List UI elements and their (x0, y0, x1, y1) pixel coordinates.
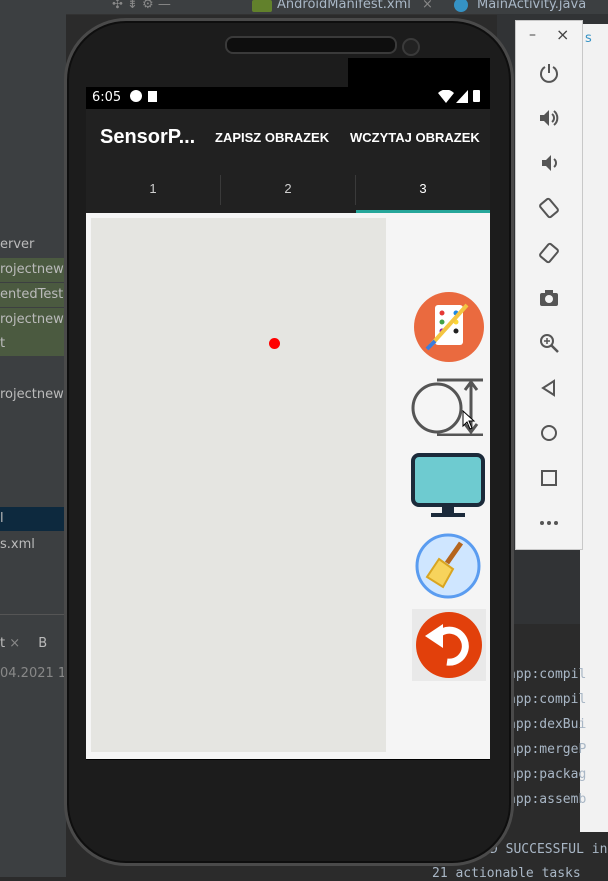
minimize-button[interactable]: – (529, 27, 536, 43)
project-tree: erver rojectnew entedTest rojectnew t ro… (0, 14, 66, 877)
status-bar: 6:05 (86, 87, 490, 109)
palette-icon[interactable] (413, 291, 485, 363)
device-screen: 6:05 SensorP... ZAPISZ OBRAZEK WCZYTAJ O… (86, 87, 490, 760)
build-date: 04.2021 19 (0, 666, 66, 681)
navigation-bar (86, 759, 490, 760)
tab-bar: 1 2 3 (86, 165, 490, 213)
tree-item[interactable]: t (0, 332, 66, 356)
drawing-canvas[interactable] (91, 218, 386, 752)
tree-item[interactable]: l (0, 507, 66, 531)
tree-item[interactable]: s.xml (0, 533, 66, 557)
console-line: app:dexBui (508, 717, 587, 732)
mouse-cursor-icon (462, 410, 476, 430)
console-line: app:compil (508, 667, 587, 682)
emulator-toolbar: – × (515, 20, 583, 550)
overview-icon[interactable] (516, 455, 582, 500)
rotate-left-icon[interactable] (516, 185, 582, 230)
rotate-right-icon[interactable] (516, 230, 582, 275)
bottom-tab-label: t (0, 636, 6, 651)
tree-item[interactable]: erver (0, 233, 66, 257)
home-icon[interactable] (516, 410, 582, 455)
tab-1[interactable]: 1 (86, 165, 220, 213)
battery-icon (473, 90, 480, 102)
camera-icon[interactable] (516, 275, 582, 320)
power-icon[interactable] (516, 50, 582, 95)
java-class-icon (454, 0, 468, 12)
app-title: SensorP... (100, 126, 196, 148)
tab-2[interactable]: 2 (221, 165, 355, 213)
monitor-icon[interactable] (411, 453, 485, 519)
divider (0, 614, 66, 615)
speaker-grille (225, 36, 397, 54)
back-icon[interactable] (516, 365, 582, 410)
close-icon[interactable]: × (9, 636, 20, 651)
manifest-file-icon (252, 0, 272, 12)
close-button[interactable]: × (556, 25, 569, 44)
front-camera (402, 38, 420, 56)
tab-android-manifest[interactable]: AndroidManifest.xml (277, 0, 411, 15)
sd-card-icon (148, 91, 157, 102)
signal-icon (456, 90, 468, 103)
screen-notch-area (348, 58, 490, 87)
side-window (580, 24, 608, 832)
volume-up-icon[interactable] (516, 95, 582, 140)
content-area (86, 213, 490, 759)
close-icon[interactable]: × (422, 0, 433, 15)
sensor-dot (269, 338, 280, 349)
wifi-icon (438, 90, 454, 103)
zoom-icon[interactable] (516, 320, 582, 365)
status-time: 6:05 (92, 90, 122, 105)
console-line: app:compil (508, 692, 587, 707)
console-line: app:assemb (508, 792, 587, 807)
tree-item[interactable]: rojectnew (0, 383, 66, 407)
save-image-button[interactable]: ZAPISZ OBRAZEK (215, 130, 329, 145)
ide-tab-bar: ✣ ⇟ ⚙ — AndroidManifest.xml × MainActivi… (0, 0, 608, 15)
more-icon[interactable] (516, 500, 582, 545)
bottom-tab-label: B (38, 636, 48, 651)
console-line: 21 actionable tasks (432, 866, 581, 881)
tree-item[interactable]: rojectnew (0, 258, 66, 282)
data-saver-icon (130, 90, 142, 102)
console-line: D SUCCESSFUL in (490, 842, 608, 857)
broom-icon[interactable] (413, 533, 483, 599)
toolbar-icons: ✣ ⇟ ⚙ — (112, 0, 171, 12)
console-line: app:mergeP (508, 742, 587, 757)
volume-down-icon[interactable] (516, 140, 582, 185)
tree-item[interactable]: entedTest (0, 283, 66, 307)
undo-icon[interactable] (413, 610, 485, 680)
app-bar: SensorP... ZAPISZ OBRAZEK WCZYTAJ OBRAZE… (86, 109, 490, 165)
tree-item[interactable]: rojectnew (0, 308, 66, 332)
side-window-letter: s (585, 31, 592, 46)
load-image-button[interactable]: WCZYTAJ OBRAZEK (350, 130, 480, 145)
bottom-tab[interactable]: t × B (0, 632, 66, 656)
console-line: app:packag (508, 767, 587, 782)
tab-3[interactable]: 3 (356, 165, 490, 213)
tab-main-activity[interactable]: MainActivity.java (477, 0, 586, 15)
